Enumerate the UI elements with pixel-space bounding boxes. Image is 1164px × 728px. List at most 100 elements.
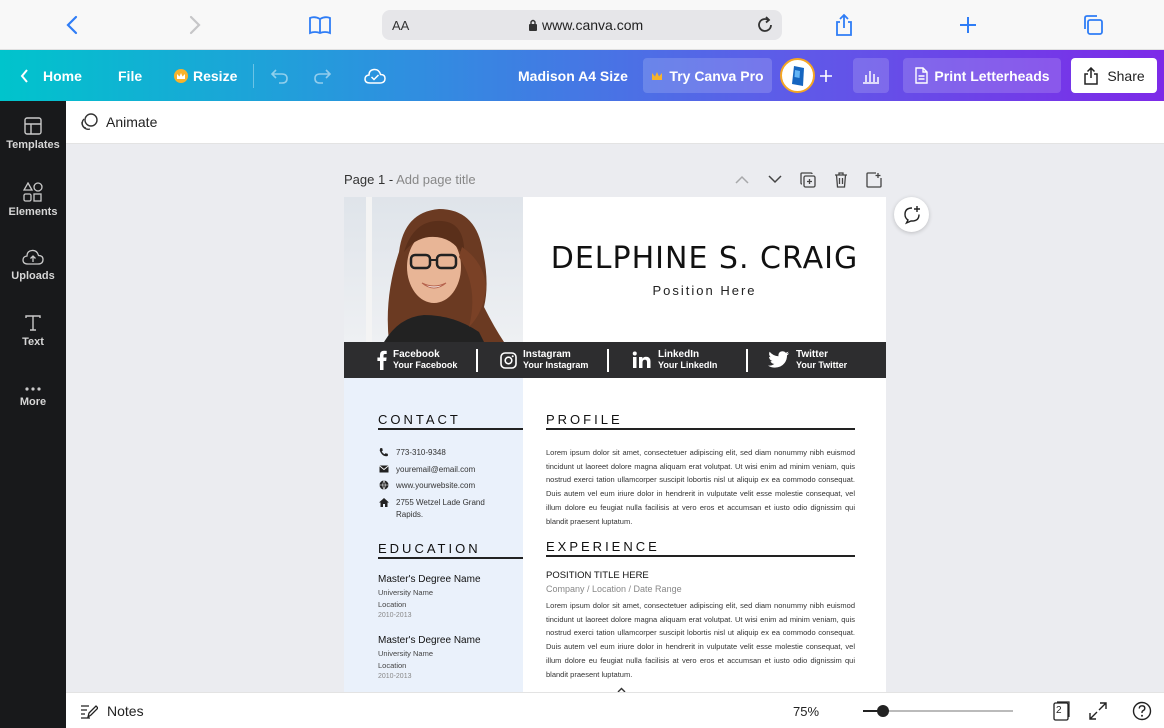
university-name: University Name: [378, 588, 434, 597]
add-comment-button[interactable]: [894, 197, 929, 232]
show-pages-toggle[interactable]: [586, 683, 656, 692]
templates-icon: [24, 117, 42, 135]
share-sheet-icon[interactable]: [832, 13, 856, 37]
back-icon[interactable]: [60, 13, 84, 37]
social-facebook[interactable]: Facebook Your Facebook: [377, 347, 457, 373]
contact-phone[interactable]: 773-310-9348: [378, 447, 446, 459]
help-icon[interactable]: [1132, 701, 1152, 721]
resize-label: Resize: [193, 67, 238, 84]
page-count-button[interactable]: 2: [1051, 701, 1071, 721]
social-bar: Facebook Your Facebook Instagram Your Inst…: [344, 342, 886, 378]
file-menu[interactable]: File: [118, 50, 142, 101]
animate-label: Animate: [106, 114, 158, 130]
text-size-button[interactable]: AA: [392, 18, 409, 33]
education-entry[interactable]: Master's Degree Name University Name Loc…: [378, 635, 481, 682]
sidebar-label: More: [19, 396, 47, 408]
duplicate-page-icon[interactable]: [798, 170, 817, 189]
try-pro-button[interactable]: Try Canva Pro: [643, 58, 772, 93]
address-bar[interactable]: AA www.canva.com: [382, 10, 782, 40]
bookmarks-icon[interactable]: [308, 13, 332, 37]
page-title[interactable]: Page 1 - Add page title: [344, 172, 476, 187]
zoom-slider[interactable]: [863, 705, 1013, 717]
sidebar-item-text[interactable]: Text: [0, 301, 66, 361]
move-up-icon[interactable]: [732, 170, 751, 189]
position-title[interactable]: POSITION TITLE HERE: [546, 570, 649, 581]
social-divider: [746, 349, 748, 372]
sidebar-item-elements[interactable]: Elements: [0, 170, 66, 230]
notes-label: Notes: [107, 703, 144, 719]
add-page-title[interactable]: Add page title: [396, 172, 476, 187]
social-handle-label: Your Instagram: [523, 360, 589, 370]
linkedin-icon: [632, 351, 651, 368]
company-line[interactable]: Company / Location / Date Range: [546, 584, 682, 594]
avatar[interactable]: [780, 58, 815, 93]
url-text[interactable]: www.canva.com: [528, 17, 643, 33]
cloud-saved-icon[interactable]: [364, 50, 386, 101]
animate-button[interactable]: Animate: [80, 113, 157, 131]
notes-icon: [81, 705, 98, 719]
profile-heading[interactable]: PROFILE: [546, 412, 623, 427]
website-text: www.yourwebsite.com: [396, 481, 476, 490]
social-twitter[interactable]: Twitter Your Twitter: [768, 347, 847, 373]
email-icon: [378, 464, 389, 474]
education-location: Location: [378, 600, 407, 609]
resume-position[interactable]: Position Here: [523, 283, 886, 298]
contact-heading[interactable]: CONTACT: [378, 412, 461, 427]
forward-icon[interactable]: [183, 13, 207, 37]
sidebar-label: Uploads: [11, 270, 55, 282]
footer-bar: Notes 75% 2: [66, 692, 1164, 728]
sidebar-item-uploads[interactable]: Uploads: [0, 235, 66, 295]
resume-name[interactable]: DELPHINE S. CRAIG: [523, 241, 886, 276]
file-label: File: [118, 67, 143, 84]
education-location: Location: [378, 661, 407, 670]
side-panel-nav: Templates Elements Uploads Text More: [0, 101, 66, 728]
notes-button[interactable]: Notes: [80, 703, 144, 719]
social-instagram[interactable]: Instagram Your Instagram: [500, 347, 588, 373]
resize-button[interactable]: Resize: [174, 50, 237, 101]
resume-page[interactable]: DELPHINE S. CRAIG Position Here Facebook…: [344, 197, 886, 692]
experience-heading[interactable]: EXPERIENCE: [546, 539, 660, 554]
zoom-slider-thumb[interactable]: [876, 705, 889, 717]
zoom-level[interactable]: 75%: [793, 704, 819, 719]
sidebar-item-more[interactable]: More: [0, 367, 66, 427]
social-linkedin[interactable]: LinkedIn Your LinkedIn: [632, 347, 717, 373]
fullscreen-icon[interactable]: [1088, 701, 1108, 721]
add-page-icon[interactable]: [864, 170, 883, 189]
social-handle-label: Your Twitter: [796, 360, 848, 370]
education-heading[interactable]: EDUCATION: [378, 541, 481, 556]
sidebar-item-templates[interactable]: Templates: [0, 104, 66, 164]
add-collaborator-icon[interactable]: [818, 50, 834, 101]
sidebar-label: Templates: [6, 139, 60, 151]
section-divider: [378, 557, 523, 559]
contact-address[interactable]: 2755 Wetzel Lade Grand Rapids.: [378, 497, 500, 521]
undo-icon[interactable]: [270, 50, 290, 101]
delete-page-icon[interactable]: [831, 170, 850, 189]
home-button[interactable]: Home: [20, 50, 82, 101]
comment-plus-icon: [903, 205, 920, 224]
print-letterheads-button[interactable]: Print Letterheads: [903, 58, 1061, 93]
move-down-icon[interactable]: [765, 170, 784, 189]
redo-icon[interactable]: [312, 50, 332, 101]
education-years: 2010-2013: [378, 612, 412, 619]
tabs-overview-icon[interactable]: [1081, 13, 1105, 37]
home-label: Home: [43, 67, 82, 84]
facebook-icon: [377, 350, 387, 370]
profile-text[interactable]: Lorem ipsum dolor sit amet, consectetuer…: [546, 446, 855, 528]
more-icon: [25, 387, 41, 391]
education-entry[interactable]: Master's Degree Name University Name Loc…: [378, 574, 481, 621]
experience-text[interactable]: Lorem ipsum dolor sit amet, consectetuer…: [546, 599, 855, 681]
new-tab-icon[interactable]: [956, 13, 980, 37]
contact-email[interactable]: youremail@email.com: [378, 464, 475, 476]
profile-photo[interactable]: [344, 197, 523, 342]
context-toolbar: Animate: [66, 101, 1164, 144]
editor-toolbar: Home File Resize Madison A4 Size Try Can…: [0, 50, 1164, 101]
share-label: Share: [1107, 67, 1145, 84]
reload-icon[interactable]: [754, 14, 776, 36]
page-tools: [732, 170, 883, 189]
canvas-area: Page 1 - Add page title DELPHINE S. CRAI…: [66, 144, 1164, 692]
insights-button[interactable]: [853, 58, 889, 93]
contact-website[interactable]: www.yourwebsite.com: [378, 480, 475, 492]
user-avatar-icon: [791, 65, 804, 86]
share-button[interactable]: Share: [1071, 58, 1157, 93]
document-title[interactable]: Madison A4 Size: [518, 50, 628, 101]
